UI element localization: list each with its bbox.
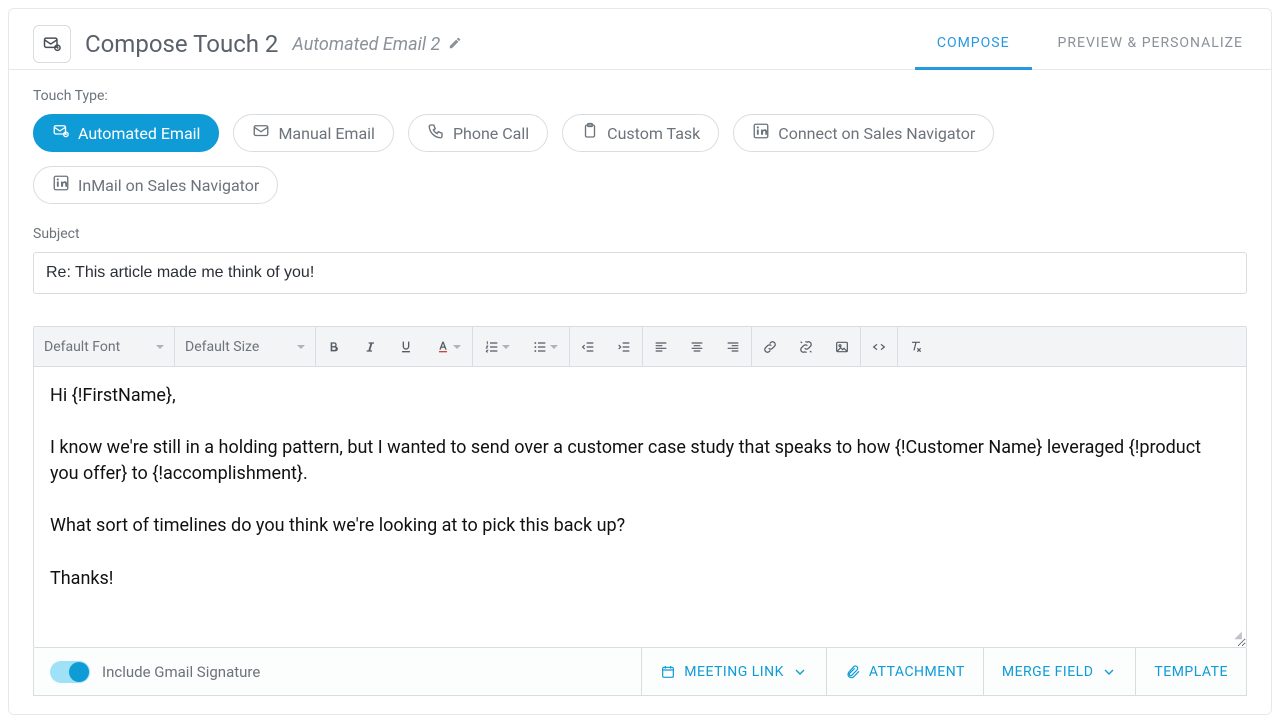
edit-name-icon[interactable] — [448, 34, 462, 55]
mail-auto-icon — [52, 122, 70, 144]
page-title: Compose Touch 2 — [85, 30, 278, 58]
touch-type-label: Touch Type: — [33, 88, 1247, 104]
italic-button[interactable] — [352, 327, 388, 366]
indent-button[interactable] — [606, 327, 642, 366]
mail-icon — [252, 122, 270, 144]
editor: Default Font Default Size — [33, 326, 1247, 648]
panel-body: Touch Type: Automated Email Manual Email P… — [9, 70, 1271, 714]
font-select[interactable]: Default Font — [34, 339, 174, 355]
clipboard-icon — [581, 122, 599, 144]
touch-type-custom-task[interactable]: Custom Task — [562, 114, 719, 152]
tab-preview[interactable]: PREVIEW & PERSONALIZE — [1054, 19, 1247, 69]
linkedin-icon — [52, 174, 70, 196]
touch-type-label: Connect on Sales Navigator — [778, 124, 975, 143]
chevron-down-icon — [297, 345, 305, 349]
size-select-label: Default Size — [185, 339, 259, 355]
align-left-button[interactable] — [643, 327, 679, 366]
touch-type-label: Automated Email — [78, 124, 200, 143]
subject-input[interactable] — [33, 252, 1247, 294]
signature-label: Include Gmail Signature — [102, 663, 260, 681]
meeting-link-label: MEETING LINK — [684, 664, 784, 680]
touch-type-label: Custom Task — [607, 124, 700, 143]
clear-format-button[interactable] — [898, 327, 934, 366]
body-line — [50, 540, 1230, 566]
touch-type-options: Automated Email Manual Email Phone Call Cus… — [33, 114, 1247, 204]
touch-type-label: Phone Call — [453, 124, 529, 143]
meeting-link-button[interactable]: MEETING LINK — [641, 648, 826, 695]
bold-button[interactable] — [316, 327, 352, 366]
merge-field-button[interactable]: MERGE FIELD — [983, 648, 1136, 695]
image-button[interactable] — [824, 327, 860, 366]
chevron-down-icon — [550, 345, 558, 349]
touch-icon — [33, 25, 71, 63]
unordered-list-button[interactable] — [521, 327, 569, 366]
body-line — [50, 487, 1230, 513]
touch-type-manual-email[interactable]: Manual Email — [233, 114, 394, 152]
underline-button[interactable] — [388, 327, 424, 366]
touch-type-label: InMail on Sales Navigator — [78, 176, 259, 195]
chevron-down-icon — [156, 345, 164, 349]
touch-type-connect-sn[interactable]: Connect on Sales Navigator — [733, 114, 994, 152]
template-button[interactable]: TEMPLATE — [1135, 648, 1246, 695]
page-subtitle: Automated Email 2 — [292, 34, 462, 55]
touch-type-inmail-sn[interactable]: InMail on Sales Navigator — [33, 166, 278, 204]
subtitle-text: Automated Email 2 — [292, 34, 440, 55]
font-select-label: Default Font — [44, 339, 120, 355]
body-line: What sort of timelines do you think we'r… — [50, 513, 1230, 539]
align-right-button[interactable] — [715, 327, 751, 366]
header-tabs: COMPOSE PREVIEW & PERSONALIZE — [933, 19, 1247, 69]
phone-icon — [427, 122, 445, 144]
touch-type-automated-email[interactable]: Automated Email — [33, 114, 219, 152]
signature-toggle-group: Include Gmail Signature — [34, 648, 276, 695]
touch-type-label: Manual Email — [278, 124, 375, 143]
attachment-button[interactable]: ATTACHMENT — [826, 648, 983, 695]
footer-actions: MEETING LINK ATTACHMENT MERGE FIELD TEMP… — [641, 648, 1246, 695]
email-body-editor[interactable]: Hi {!FirstName}, I know we're still in a… — [34, 367, 1246, 647]
signature-toggle[interactable] — [50, 661, 90, 683]
tab-compose[interactable]: COMPOSE — [933, 19, 1014, 69]
align-center-button[interactable] — [679, 327, 715, 366]
outdent-button[interactable] — [570, 327, 606, 366]
body-line: Thanks! — [50, 566, 1230, 592]
chevron-down-icon — [453, 345, 461, 349]
text-color-button[interactable] — [424, 327, 472, 366]
size-select[interactable]: Default Size — [175, 339, 315, 355]
link-button[interactable] — [752, 327, 788, 366]
template-label: TEMPLATE — [1154, 664, 1228, 680]
header-left: Compose Touch 2 Automated Email 2 — [33, 25, 462, 63]
calendar-icon — [660, 664, 676, 680]
body-line: Hi {!FirstName}, — [50, 383, 1230, 409]
resize-handle-icon: ◢ — [1234, 629, 1242, 644]
compose-panel: Compose Touch 2 Automated Email 2 COMPOS… — [8, 8, 1272, 715]
editor-footer: Include Gmail Signature MEETING LINK ATT… — [33, 648, 1247, 696]
touch-type-phone-call[interactable]: Phone Call — [408, 114, 548, 152]
linkedin-icon — [752, 122, 770, 144]
body-line: I know we're still in a holding pattern,… — [50, 435, 1230, 487]
panel-header: Compose Touch 2 Automated Email 2 COMPOS… — [9, 9, 1271, 70]
ordered-list-button[interactable] — [473, 327, 521, 366]
chevron-down-icon — [502, 345, 510, 349]
merge-field-label: MERGE FIELD — [1002, 664, 1094, 680]
attachment-label: ATTACHMENT — [869, 664, 965, 680]
body-line — [50, 409, 1230, 435]
chevron-down-icon — [792, 664, 808, 680]
unlink-button[interactable] — [788, 327, 824, 366]
code-view-button[interactable] — [861, 327, 897, 366]
chevron-down-icon — [1101, 664, 1117, 680]
editor-toolbar: Default Font Default Size — [34, 327, 1246, 367]
subject-label: Subject — [33, 226, 1247, 242]
paperclip-icon — [845, 664, 861, 680]
